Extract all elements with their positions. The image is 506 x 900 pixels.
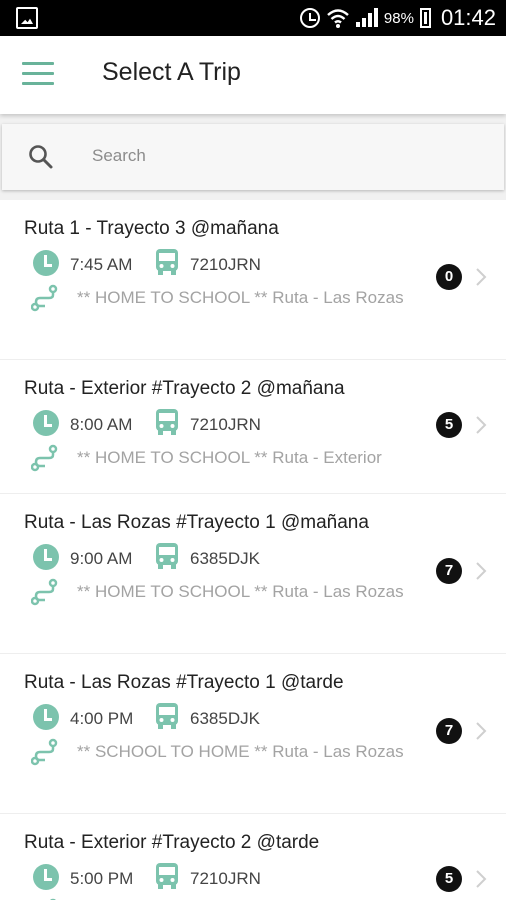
trip-plate: 6385DJK [190,709,260,728]
clock-icon [33,704,59,730]
clock-icon [33,250,59,276]
app-bar: Select A Trip [0,36,506,114]
trip-time: 7:45 AM [70,255,133,274]
status-bar: 98% 01:42 [0,0,506,36]
bus-icon [156,863,178,889]
status-icons: 98% 01:42 [299,0,496,36]
chevron-right-icon [476,416,487,434]
chevron-right-icon [476,722,487,740]
page-title: Select A Trip [102,58,241,86]
wifi-icon [327,9,349,28]
search-icon [29,145,53,169]
trip-list: Ruta 1 - Trayecto 3 @mañana 7:45 AM 7210… [0,200,506,900]
bus-icon [156,703,178,729]
trip-plate: 7210JRN [190,255,261,274]
search-container: Search [0,114,506,200]
search-placeholder: Search [92,146,146,165]
gallery-notification-icon [16,7,38,29]
clock-icon [33,544,59,570]
clock-icon [33,864,59,890]
trip-plate: 6385DJK [190,549,260,568]
trip-item[interactable]: Ruta - Exterior #Trayecto 2 @mañana 8:00… [0,360,506,494]
route-icon [31,444,58,472]
trip-description: ** HOME TO SCHOOL ** Ruta - Las Rozas [77,288,404,307]
bus-icon [156,249,178,275]
battery-icon [419,8,431,28]
trip-name: Ruta - Exterior #Trayecto 2 @mañana [24,378,345,399]
chevron-right-icon [476,268,487,286]
trip-name: Ruta 1 - Trayecto 3 @mañana [24,218,279,239]
trip-description: ** SCHOOL TO HOME ** Ruta - Las Rozas [77,742,404,761]
trip-plate: 7210JRN [190,415,261,434]
passenger-count-badge: 7 [436,558,462,584]
trip-item[interactable]: Ruta - Las Rozas #Trayecto 1 @mañana 9:0… [0,494,506,654]
route-icon [31,738,58,766]
trip-time: 9:00 AM [70,549,133,568]
trip-description: ** HOME TO SCHOOL ** Ruta - Exterior [77,448,382,467]
route-icon [31,578,58,606]
trip-item[interactable]: Ruta 1 - Trayecto 3 @mañana 7:45 AM 7210… [0,200,506,360]
trip-name: Ruta - Exterior #Trayecto 2 @tarde [24,832,320,853]
trip-item[interactable]: Ruta - Las Rozas #Trayecto 1 @tarde 4:00… [0,654,506,814]
trip-item[interactable]: Ruta - Exterior #Trayecto 2 @tarde 5:00 … [0,814,506,900]
signal-icon [355,7,378,29]
battery-percent: 98% [383,9,414,27]
clock-icon [33,410,59,436]
hamburger-menu-icon[interactable] [22,62,54,86]
trip-time: 5:00 PM [70,869,134,888]
route-icon [31,284,58,312]
alarm-icon [299,8,320,28]
trip-plate: 7210JRN [190,869,261,888]
passenger-count-badge: 5 [436,412,462,438]
trip-time: 8:00 AM [70,415,133,434]
chevron-right-icon [476,870,487,888]
passenger-count-badge: 5 [436,866,462,892]
search-input[interactable]: Search [2,124,504,190]
bus-icon [156,543,178,569]
trip-time: 4:00 PM [70,709,134,728]
trip-description: ** HOME TO SCHOOL ** Ruta - Las Rozas [77,582,404,601]
passenger-count-badge: 0 [436,264,462,290]
trip-name: Ruta - Las Rozas #Trayecto 1 @mañana [24,512,369,533]
bus-icon [156,409,178,435]
clock-time: 01:42 [440,5,496,30]
trip-name: Ruta - Las Rozas #Trayecto 1 @tarde [24,672,344,693]
chevron-right-icon [476,562,487,580]
passenger-count-badge: 7 [436,718,462,744]
